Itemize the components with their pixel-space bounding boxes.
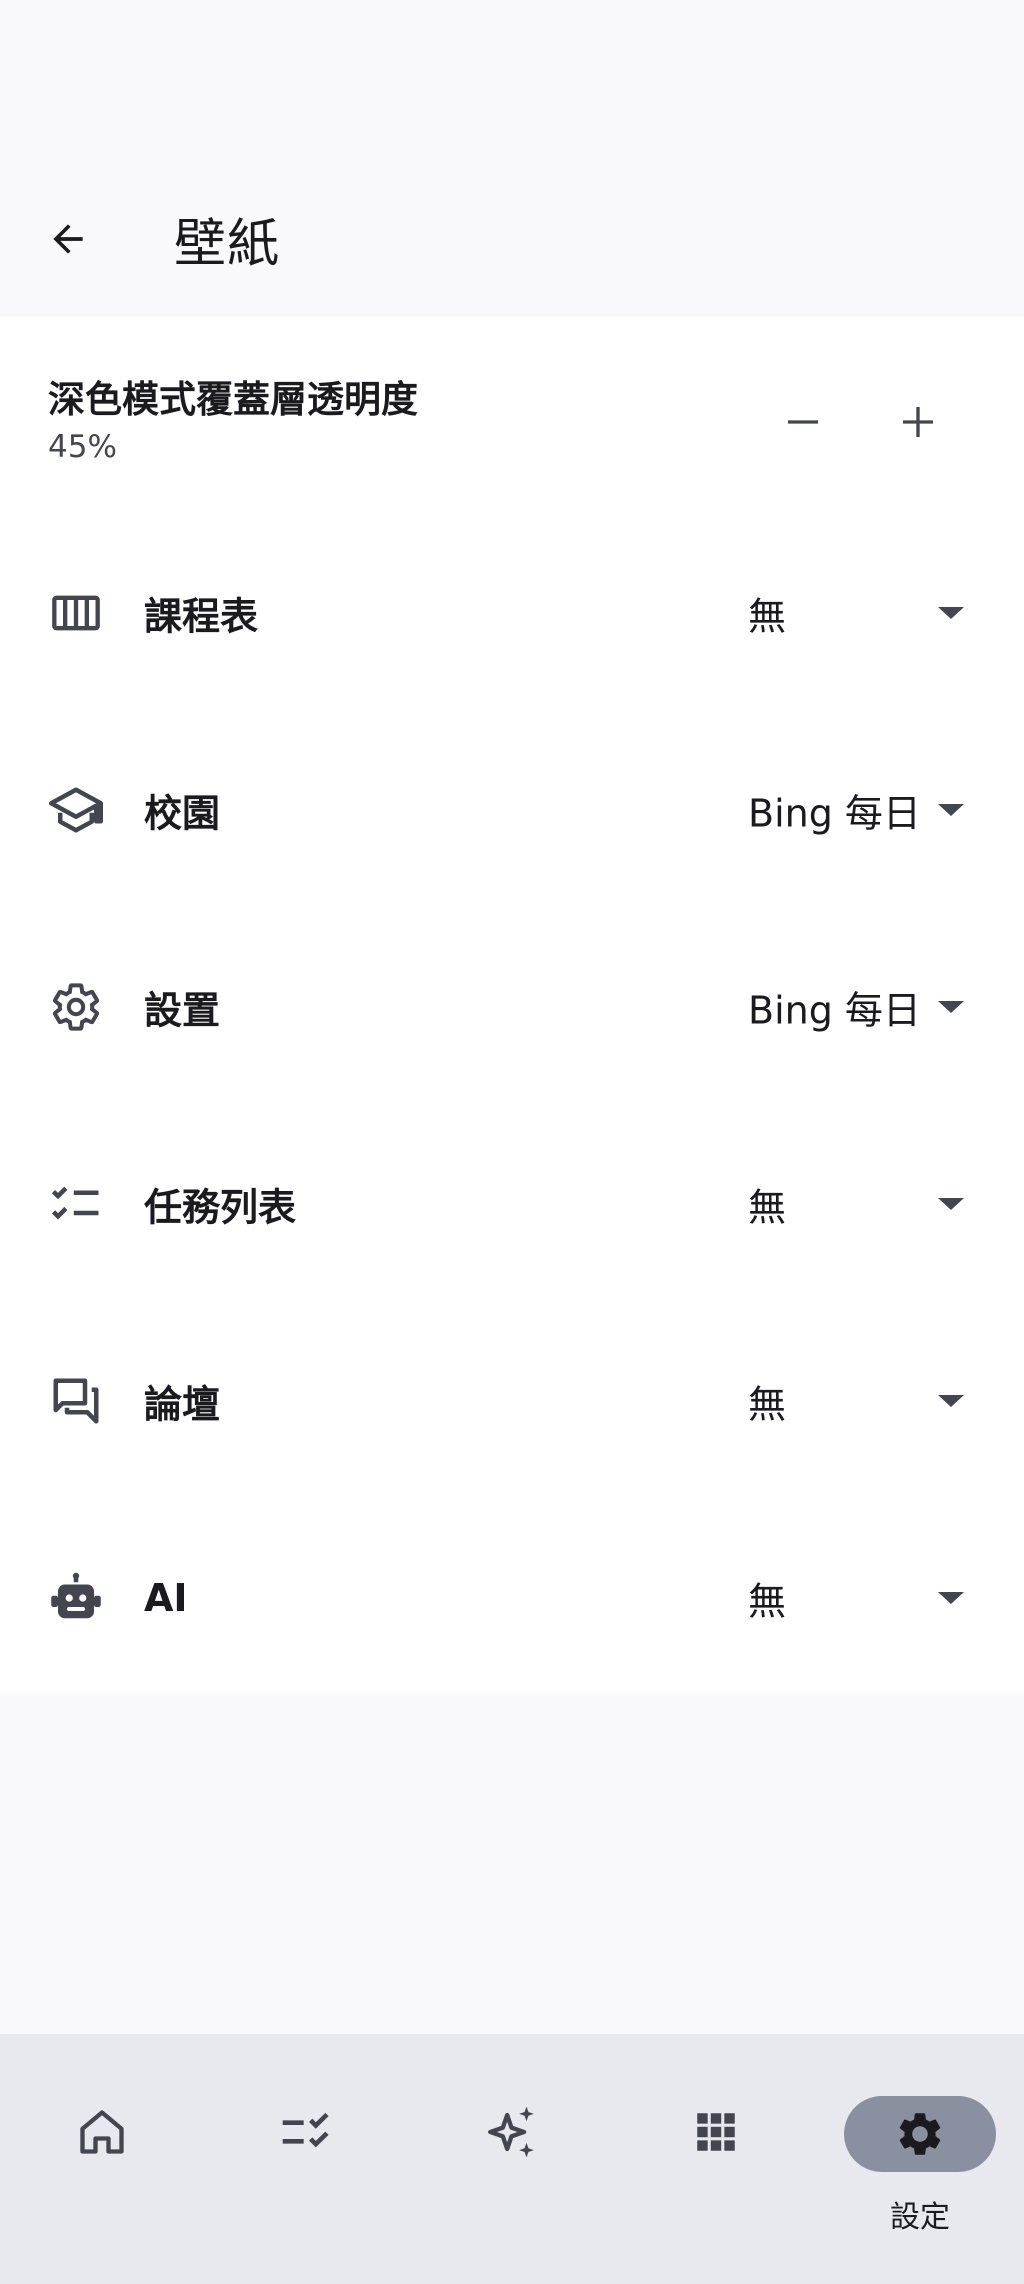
- wallpaper-row-tasks: 任務列表 無: [0, 1144, 1024, 1264]
- wallpaper-row-settings: 設置 Bing 每日: [0, 947, 1024, 1067]
- school-icon: [48, 782, 104, 838]
- dropdown-arrow-icon: [938, 607, 964, 619]
- dark-overlay-opacity-setting: 深色模式覆蓋層透明度 45%: [0, 317, 1024, 487]
- dropdown-arrow-icon: [938, 804, 964, 816]
- app-bar: 壁紙: [0, 160, 1024, 317]
- arrow-back-icon: [53, 223, 83, 254]
- nav-item-apps[interactable]: [614, 2034, 818, 2284]
- wallpaper-select-campus[interactable]: Bing 每日: [738, 770, 998, 850]
- select-value: 無: [748, 594, 787, 639]
- page-title: 壁紙: [174, 214, 281, 274]
- settings-list: 深色模式覆蓋層透明度 45% 課程表 無 校園 Bing 每日 設置 Bing …: [0, 317, 1024, 1693]
- wallpaper-select-ai[interactable]: 無: [738, 1558, 998, 1638]
- select-value: Bing 每日: [748, 988, 921, 1033]
- dropdown-arrow-icon: [938, 1395, 964, 1407]
- gear-icon: [48, 979, 104, 1035]
- nav-item-settings[interactable]: 設定: [818, 2034, 1022, 2284]
- select-value: 無: [748, 1382, 787, 1427]
- increase-opacity-button[interactable]: [883, 387, 953, 457]
- nav-item-tasks[interactable]: [204, 2034, 408, 2284]
- select-value: 無: [748, 1579, 787, 1624]
- status-bar-area: [0, 0, 1024, 160]
- dropdown-arrow-icon: [938, 1198, 964, 1210]
- forum-icon: [48, 1373, 104, 1429]
- wallpaper-row-campus: 校園 Bing 每日: [0, 750, 1024, 870]
- minus-icon: [788, 420, 818, 424]
- dropdown-arrow-icon: [938, 1001, 964, 1013]
- wallpaper-row-ai: AI 無: [0, 1538, 1024, 1658]
- nav-item-home[interactable]: [0, 2034, 204, 2284]
- row-label: 課程表: [144, 594, 259, 639]
- wallpaper-select-tasks[interactable]: 無: [738, 1164, 998, 1244]
- select-value: Bing 每日: [748, 791, 921, 836]
- active-indicator: [844, 2096, 996, 2172]
- dropdown-arrow-icon: [938, 1592, 964, 1604]
- wallpaper-select-timetable[interactable]: 無: [738, 573, 998, 653]
- decrease-opacity-button[interactable]: [768, 387, 838, 457]
- row-label: AI: [144, 1576, 188, 1620]
- home-icon: [72, 2102, 132, 2162]
- wallpaper-row-timetable: 課程表 無: [0, 553, 1024, 673]
- wallpaper-row-forum: 論壇 無: [0, 1341, 1024, 1461]
- robot-icon: [48, 1570, 104, 1626]
- nav-label-settings: 設定: [890, 2200, 950, 2235]
- opacity-value: 45%: [48, 429, 117, 465]
- row-label: 校園: [144, 791, 221, 836]
- back-button[interactable]: [42, 213, 94, 265]
- checklist-icon: [48, 1176, 104, 1232]
- opacity-title: 深色模式覆蓋層透明度: [48, 378, 418, 421]
- wallpaper-select-settings[interactable]: Bing 每日: [738, 967, 998, 1047]
- timetable-icon: [48, 585, 104, 641]
- bottom-navigation-bar: 設定: [0, 2034, 1024, 2284]
- row-label: 設置: [144, 988, 221, 1033]
- wallpaper-select-forum[interactable]: 無: [738, 1361, 998, 1441]
- plus-icon: [903, 407, 933, 437]
- row-label: 論壇: [144, 1382, 221, 1427]
- select-value: 無: [748, 1185, 787, 1230]
- row-label: 任務列表: [144, 1185, 297, 1230]
- checklist-icon: [276, 2102, 336, 2162]
- apps-grid-icon: [686, 2102, 746, 2162]
- nav-item-ai[interactable]: [410, 2034, 614, 2284]
- sparkle-icon: [482, 2102, 542, 2162]
- settings-gear-icon: [899, 2113, 941, 2155]
